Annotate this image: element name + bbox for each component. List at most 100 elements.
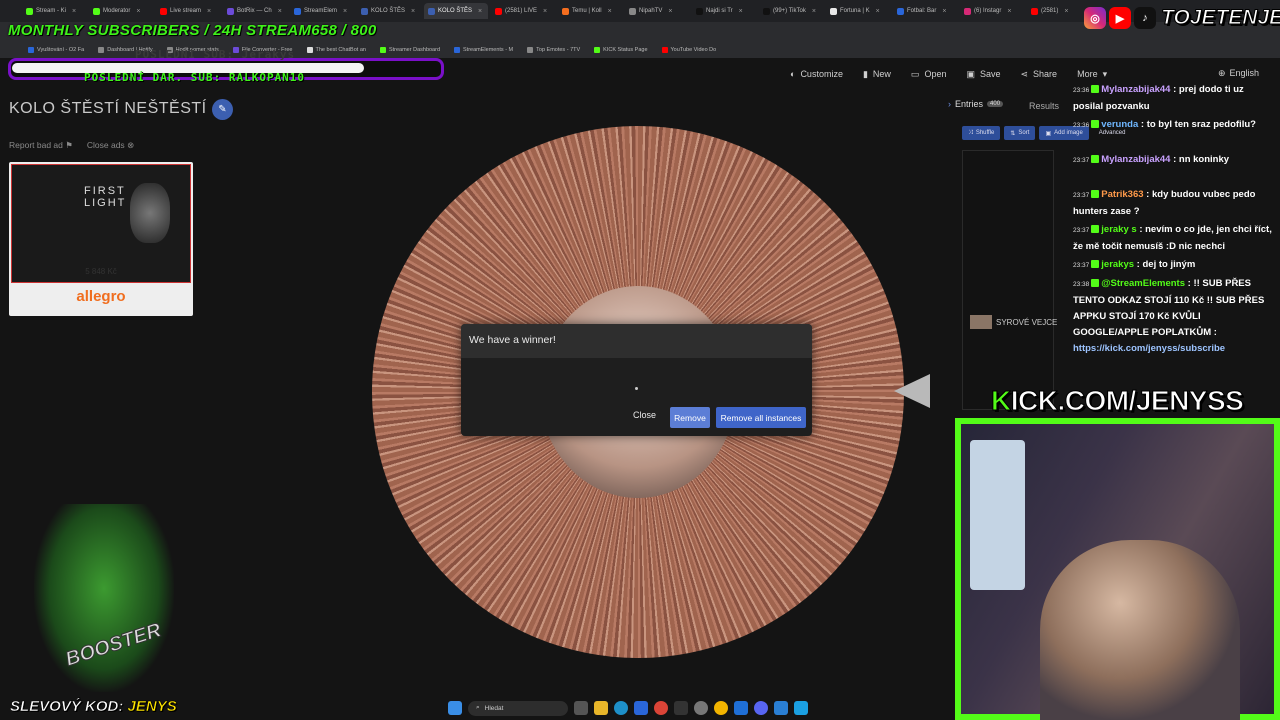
- tab-close-icon[interactable]: ×: [1064, 8, 1068, 15]
- tab-close-icon[interactable]: ×: [942, 8, 946, 15]
- bookmark-item[interactable]: Vyuštování - O2 Fa: [28, 47, 84, 53]
- browser-tab[interactable]: BotRix — Ch ×: [223, 3, 287, 19]
- last-donation-ticker: POSLEDNÍ DAR. SUB: RALKOPAN10: [84, 71, 306, 84]
- chat-username[interactable]: Mylanzabijak44: [1101, 84, 1170, 95]
- search-icon: ⌕: [476, 704, 480, 711]
- task-view-icon[interactable]: [574, 701, 588, 715]
- tab-entries[interactable]: › Entries 400: [948, 99, 1004, 109]
- toolbar-label: Share: [1033, 69, 1058, 79]
- bookmark-label: YouTube Video Do: [670, 47, 717, 53]
- chrome-active-icon[interactable]: [714, 701, 728, 715]
- share-button[interactable]: ⋖ Share: [1021, 69, 1058, 80]
- tab-close-icon[interactable]: ×: [278, 8, 282, 15]
- browser-tab[interactable]: Najdi si Tr ×: [692, 3, 756, 19]
- tab-results[interactable]: Results: [1029, 101, 1059, 111]
- bookmark-item[interactable]: KICK Status Page: [594, 47, 648, 53]
- file-explorer-icon[interactable]: [594, 701, 608, 715]
- tab-close-icon[interactable]: ×: [543, 8, 547, 15]
- windows-start-icon[interactable]: [448, 701, 462, 715]
- browser-tab[interactable]: Live stream ×: [156, 3, 220, 19]
- terminal-icon[interactable]: [674, 701, 688, 715]
- save-button[interactable]: ▣ Save: [966, 69, 1000, 80]
- chat-username[interactable]: Patrik363: [1101, 189, 1143, 200]
- report-ad-link[interactable]: Report bad ad ⚑: [9, 140, 73, 151]
- taskbar-search[interactable]: ⌕ Hledat: [468, 700, 568, 716]
- browser-tab[interactable]: Stream - Ki ×: [22, 3, 86, 19]
- browser-tab[interactable]: NipahTV ×: [625, 3, 689, 19]
- chat-badge-icon: [1091, 120, 1100, 128]
- browser-tab[interactable]: Moderator ×: [89, 3, 153, 19]
- edit-title-button[interactable]: ✎: [212, 99, 233, 120]
- customize-button[interactable]: ◐ Customize: [790, 69, 843, 79]
- image-icon: ▣: [1045, 130, 1052, 137]
- tab-label: (99+) TikTok: [773, 8, 806, 14]
- tab-close-icon[interactable]: ×: [136, 8, 140, 15]
- paint-icon[interactable]: [794, 701, 808, 715]
- chat-username[interactable]: jeraky s: [1101, 224, 1136, 235]
- bookmark-item[interactable]: YouTube Video Do: [661, 47, 717, 53]
- bookmark-item[interactable]: Top Emotes - 7TV: [527, 47, 580, 53]
- pencil-icon: ✎: [218, 104, 227, 115]
- last-sub-ticker: POSLEDNÍ SUB: Jerakys: [135, 48, 296, 61]
- tab-close-icon[interactable]: ×: [72, 8, 76, 15]
- settings-icon[interactable]: [694, 701, 708, 715]
- tab-close-icon[interactable]: ×: [608, 8, 612, 15]
- shuffle-button[interactable]: ⤨ Shuffle: [962, 126, 1001, 140]
- discord-icon[interactable]: [754, 701, 768, 715]
- ad-banner[interactable]: FIRST LIGHT 5 848 Kč allegro: [9, 162, 193, 316]
- browser-tab[interactable]: Fortuna | K ×: [826, 3, 890, 19]
- browser-tab[interactable]: (2581) ×: [1027, 3, 1091, 19]
- browser-tab[interactable]: Fotbal: Bar ×: [893, 3, 957, 19]
- close-ads-link[interactable]: Close ads ⊗: [87, 140, 134, 151]
- remove-all-instances-button[interactable]: Remove all instances: [716, 407, 806, 428]
- chat-username[interactable]: jerakys: [1101, 259, 1134, 270]
- tab-close-icon[interactable]: ×: [478, 8, 482, 15]
- chrome-icon[interactable]: [654, 701, 668, 715]
- tab-favicon-icon: [964, 7, 971, 15]
- close-button[interactable]: Close: [633, 410, 656, 420]
- bookmark-label: Top Emotes - 7TV: [536, 47, 581, 53]
- tab-close-icon[interactable]: ×: [876, 8, 880, 15]
- remove-button[interactable]: Remove: [670, 407, 710, 428]
- tab-close-icon[interactable]: ×: [1007, 8, 1011, 15]
- bookmark-item[interactable]: Streamer Dashboard: [379, 47, 440, 53]
- sort-button[interactable]: ⇅ Sort: [1004, 126, 1036, 140]
- chat-link[interactable]: https://kick.com/jenyss/subscribe: [1073, 343, 1225, 354]
- tab-close-icon[interactable]: ×: [207, 8, 211, 15]
- bookmark-item[interactable]: The best ChatBot an: [306, 47, 366, 53]
- tab-favicon-icon: [1031, 7, 1038, 15]
- new-button[interactable]: ▮ New: [863, 69, 891, 80]
- edge-icon[interactable]: [614, 701, 628, 715]
- entries-textarea[interactable]: [962, 150, 1054, 410]
- chat-text: : dej to jiným: [1134, 259, 1196, 270]
- tab-close-icon[interactable]: ×: [739, 8, 743, 15]
- tab-favicon-icon: [294, 7, 301, 15]
- browser-tab[interactable]: StreamElem ×: [290, 3, 354, 19]
- chat-username[interactable]: @StreamElements: [1101, 278, 1185, 289]
- bookmark-label: KICK Status Page: [603, 47, 648, 53]
- folder-icon: ▭: [910, 68, 920, 79]
- bookmark-item[interactable]: StreamElements - M: [454, 47, 513, 53]
- webcam-streamer: [1040, 540, 1240, 720]
- tab-close-icon[interactable]: ×: [668, 8, 672, 15]
- tab-label: StreamElem: [304, 8, 338, 14]
- tab-close-icon[interactable]: ×: [343, 8, 347, 15]
- browser-tab[interactable]: KOLO ŠTĚS ×: [424, 3, 488, 19]
- browser-tab[interactable]: (6) Instagr ×: [960, 3, 1024, 19]
- notepad-icon[interactable]: [774, 701, 788, 715]
- browser-tab[interactable]: (99+) TikTok ×: [759, 3, 823, 19]
- tab-label: Najdi si Tr: [706, 8, 733, 14]
- browser-tab[interactable]: KOLO ŠTĚS ×: [357, 3, 421, 19]
- chat-username[interactable]: Mylanzabijak44: [1101, 154, 1170, 165]
- ad-headline: FIRST LIGHT: [84, 185, 127, 209]
- browser-tab[interactable]: Temu | Koll ×: [558, 3, 622, 19]
- app-icon[interactable]: [734, 701, 748, 715]
- chat-username[interactable]: verunda: [1101, 119, 1138, 130]
- store-icon[interactable]: [634, 701, 648, 715]
- tab-label: (6) Instagr: [974, 8, 1002, 14]
- bookmark-icon: [306, 47, 313, 53]
- tab-close-icon[interactable]: ×: [411, 8, 415, 15]
- open-button[interactable]: ▭ Open: [911, 69, 947, 80]
- browser-tab[interactable]: (2581) LIVE ×: [491, 3, 555, 19]
- tab-close-icon[interactable]: ×: [812, 8, 816, 15]
